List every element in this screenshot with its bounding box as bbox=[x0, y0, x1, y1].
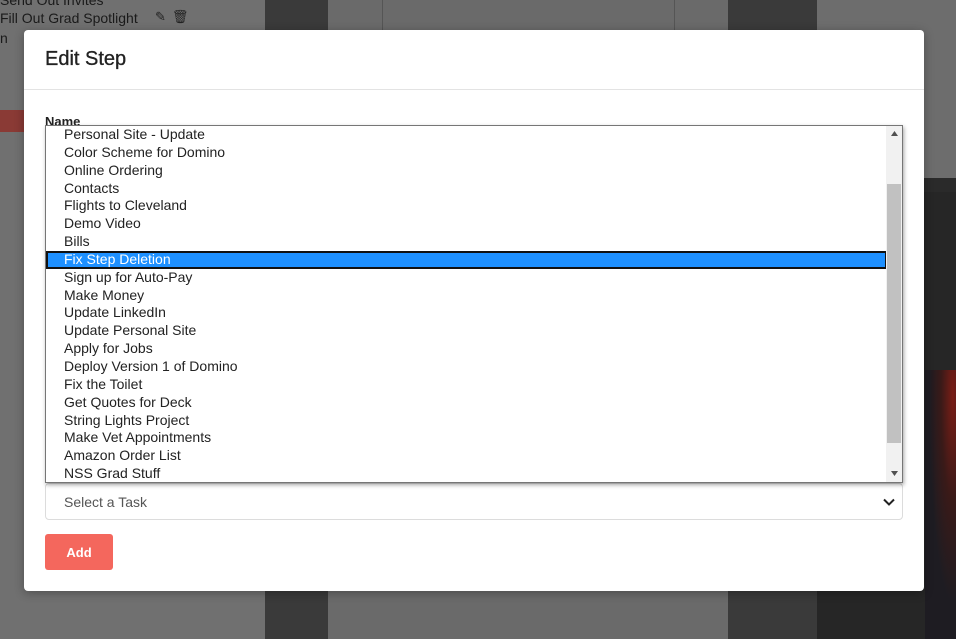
dropdown-option[interactable]: Contacts bbox=[46, 180, 886, 198]
background-step-text: n bbox=[0, 30, 8, 46]
edit-icon: ✎ bbox=[155, 9, 172, 24]
dropdown-option[interactable]: Online Ordering bbox=[46, 162, 886, 180]
background-divider bbox=[382, 0, 383, 30]
dropdown-option[interactable]: String Lights Project bbox=[46, 412, 886, 430]
background-step-text: Send Out Invites bbox=[0, 0, 104, 8]
background-step-text: Fill Out Grad Spotlight bbox=[0, 10, 138, 26]
dropdown-option[interactable]: Personal Site - Update bbox=[46, 126, 886, 144]
dropdown-option[interactable]: Get Quotes for Deck bbox=[46, 394, 886, 412]
dropdown-option[interactable]: Make Money bbox=[46, 287, 886, 305]
add-button[interactable]: Add bbox=[45, 534, 113, 570]
modal-header: Edit Step bbox=[24, 30, 924, 90]
background-step-actions: ✎🗑 bbox=[155, 9, 194, 25]
dropdown-option[interactable]: Apply for Jobs bbox=[46, 340, 886, 358]
modal-title: Edit Step bbox=[45, 48, 127, 70]
dropdown-option[interactable]: Demo Video bbox=[46, 215, 886, 233]
dropdown-option[interactable]: Amazon Order List bbox=[46, 447, 886, 465]
name-dropdown-list[interactable]: Personal Site - Update Color Scheme for D… bbox=[45, 125, 903, 483]
dropdown-options: Personal Site - Update Color Scheme for D… bbox=[46, 126, 887, 482]
scrollbar-thumb[interactable] bbox=[887, 184, 901, 444]
chevron-down-icon bbox=[883, 498, 895, 506]
dropdown-option[interactable]: NSS Grad Stuff bbox=[46, 465, 886, 482]
background-divider bbox=[674, 0, 675, 30]
dropdown-option[interactable]: Color Scheme for Domino bbox=[46, 144, 886, 162]
dropdown-option[interactable]: Bills bbox=[46, 233, 886, 251]
dropdown-option[interactable]: Sign up for Auto-Pay bbox=[46, 269, 886, 287]
scroll-down-arrow-icon[interactable] bbox=[886, 466, 902, 482]
background-photo bbox=[925, 370, 956, 639]
dropdown-option[interactable]: Fix the Toilet bbox=[46, 376, 886, 394]
scroll-up-arrow-icon[interactable] bbox=[886, 126, 902, 142]
dropdown-option[interactable]: Update LinkedIn bbox=[46, 304, 886, 322]
dropdown-option[interactable]: Make Vet Appointments bbox=[46, 429, 886, 447]
task-select-value: Select a Task bbox=[64, 494, 148, 510]
dropdown-option[interactable]: Fix Step Deletion bbox=[46, 250, 887, 269]
dropdown-option[interactable]: Deploy Version 1 of Domino bbox=[46, 358, 886, 376]
trash-icon: 🗑 bbox=[171, 9, 195, 24]
dropdown-scrollbar[interactable] bbox=[886, 126, 902, 482]
task-select[interactable]: Select a Task bbox=[45, 483, 903, 520]
dropdown-option[interactable]: Flights to Cleveland bbox=[46, 197, 886, 215]
dropdown-option[interactable]: Update Personal Site bbox=[46, 322, 886, 340]
background-red-bar bbox=[0, 110, 24, 132]
